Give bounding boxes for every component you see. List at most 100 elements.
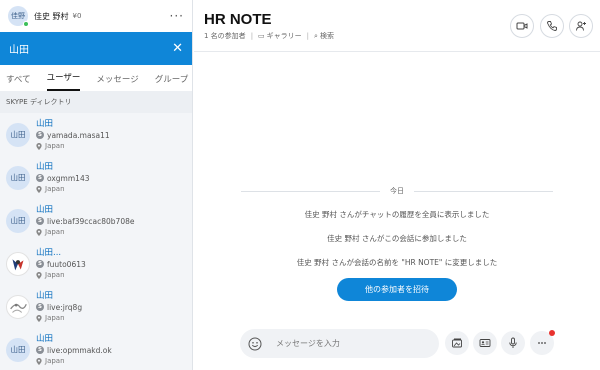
location-text: Japan <box>45 313 65 322</box>
voice-message-button[interactable] <box>501 331 525 355</box>
result-skype-id: Syamada.masa11 <box>36 130 110 141</box>
divider: | <box>250 32 254 40</box>
location-text: Japan <box>45 356 65 365</box>
more-dots-icon <box>538 342 546 344</box>
result-name: 山田... <box>36 247 62 258</box>
directory-label: ディレクトリ <box>29 98 72 106</box>
sidebar: 佳野 佳史 野村 ¥0 ··· 山田 ✕ すべて ユーザー メッセージ グループ… <box>0 0 193 370</box>
avatar-initials: 山田 <box>10 173 26 182</box>
tab-users[interactable]: ユーザー <box>46 71 81 91</box>
result-location: Japan <box>36 270 86 281</box>
search-bar[interactable]: 山田 ✕ <box>0 32 192 65</box>
result-name: 山田 <box>36 204 54 215</box>
tab-groups[interactable]: グループ <box>155 73 189 91</box>
conversation-pane: HR NOTE 1 名の参加者 | ▭ ギャラリー | ⌕ 検索 今日 佳史 野… <box>194 0 600 370</box>
skype-icon: S <box>36 260 44 268</box>
location-pin-icon <box>36 271 42 279</box>
location-pin-icon <box>36 228 42 236</box>
avatar-illustration-icon <box>12 258 24 270</box>
tab-all[interactable]: すべて <box>6 73 31 91</box>
skype-icon: S <box>36 131 44 139</box>
day-divider: 今日 <box>241 186 553 196</box>
my-avatar[interactable]: 佳野 <box>8 6 29 27</box>
avatar-initials: 山田 <box>10 130 26 139</box>
skype-icon: S <box>36 174 44 182</box>
result-name: 山田 <box>36 333 54 344</box>
location-text: Japan <box>45 227 65 236</box>
result-location: Japan <box>36 184 89 195</box>
message-composer <box>240 329 439 358</box>
media-gallery-button[interactable] <box>445 331 469 355</box>
conversation-subheader: 1 名の参加者 | ▭ ギャラリー | ⌕ 検索 <box>204 31 334 41</box>
search-result-item[interactable]: 山田 Slive:jrq8g Japan <box>0 285 192 328</box>
result-location: Japan <box>36 313 82 324</box>
close-search-icon[interactable]: ✕ <box>172 41 183 56</box>
avatar-photo <box>6 251 30 276</box>
participants-link[interactable]: 1 名の参加者 <box>204 31 246 41</box>
tab-messages[interactable]: メッセージ <box>96 73 138 91</box>
skype-icon: S <box>36 217 44 225</box>
location-pin-icon <box>36 357 42 365</box>
result-skype-id: Slive:baf39ccac80b708e <box>36 216 135 227</box>
skype-icon: S <box>36 346 44 354</box>
image-gallery-icon <box>452 338 462 348</box>
conversation-title[interactable]: HR NOTE <box>204 11 272 28</box>
result-name: 山田 <box>36 161 54 172</box>
profile-name: 佳史 野村 <box>34 11 69 21</box>
add-participant-button[interactable] <box>569 14 593 38</box>
profile-bar[interactable]: 佳野 佳史 野村 ¥0 ··· <box>0 0 192 32</box>
invite-participants-button[interactable]: 他の参加者を招待 <box>337 278 457 301</box>
system-message: 佳史 野村 さんが会話の名前を "HR NOTE" に変更しました <box>296 258 498 267</box>
video-call-button[interactable] <box>510 14 534 38</box>
result-name: 山田 <box>36 290 54 301</box>
directory-section-header: SKYPE ディレクトリ <box>0 91 192 113</box>
result-name: 山田 <box>36 118 54 129</box>
avatar-initials: 山田 <box>10 216 26 225</box>
skype-id-text: fuuto0613 <box>47 259 86 269</box>
notification-dot <box>549 330 555 336</box>
gallery-icon: ▭ <box>258 32 265 40</box>
gallery-link[interactable]: ギャラリー <box>267 31 302 41</box>
skype-credit[interactable]: ¥0 <box>73 12 82 20</box>
send-contact-button[interactable] <box>473 331 497 355</box>
more-actions-button[interactable] <box>530 330 555 355</box>
result-skype-id: Soxgmm143 <box>36 173 89 184</box>
avatar: 山田 <box>6 337 30 362</box>
video-camera-icon <box>516 22 528 30</box>
skype-icon: S <box>36 303 44 311</box>
directory-prefix: SKYPE <box>6 98 28 106</box>
search-icon: ⌕ <box>314 31 318 40</box>
search-result-item[interactable]: 山田 山田 Slive:opmmakd.ok Japan <box>0 328 192 370</box>
system-message: 佳史 野村 さんがこの会話に参加しました <box>327 234 467 243</box>
phone-icon <box>547 21 557 31</box>
my-avatar-initials: 佳野 <box>11 12 25 20</box>
location-text: Japan <box>45 270 65 279</box>
search-result-item[interactable]: 山田 山田 Soxgmm143 Japan <box>0 156 192 199</box>
microphone-icon <box>509 337 517 348</box>
avatar: 山田 <box>6 208 30 233</box>
day-label: 今日 <box>390 187 404 195</box>
search-result-item[interactable]: 山田 山田 Syamada.masa11 Japan <box>0 113 192 156</box>
location-pin-icon <box>36 142 42 150</box>
smiley-icon[interactable] <box>248 337 262 351</box>
divider: | <box>306 32 310 40</box>
message-input[interactable] <box>276 339 426 348</box>
more-options-icon[interactable]: ··· <box>170 9 184 23</box>
add-person-icon <box>576 21 586 31</box>
avatar: 山田 <box>6 122 30 147</box>
audio-call-button[interactable] <box>540 14 564 38</box>
system-message: 佳史 野村 さんがチャットの履歴を全員に表示しました <box>304 210 490 219</box>
result-skype-id: Slive:jrq8g <box>36 302 82 313</box>
search-result-item[interactable]: 山田 山田 Slive:baf39ccac80b708e Japan <box>0 199 192 242</box>
contact-card-icon <box>479 339 491 347</box>
location-text: Japan <box>45 184 65 193</box>
avatar: 山田 <box>6 165 30 190</box>
search-query[interactable]: 山田 <box>9 41 172 56</box>
result-location: Japan <box>36 227 135 238</box>
search-tabs: すべて ユーザー メッセージ グループ <box>0 65 192 91</box>
header-divider <box>194 51 600 52</box>
skype-id-text: yamada.masa11 <box>47 130 110 140</box>
skype-id-text: live:jrq8g <box>47 302 83 312</box>
search-result-item[interactable]: 山田... Sfuuto0613 Japan <box>0 242 192 285</box>
search-link[interactable]: 検索 <box>320 31 334 41</box>
